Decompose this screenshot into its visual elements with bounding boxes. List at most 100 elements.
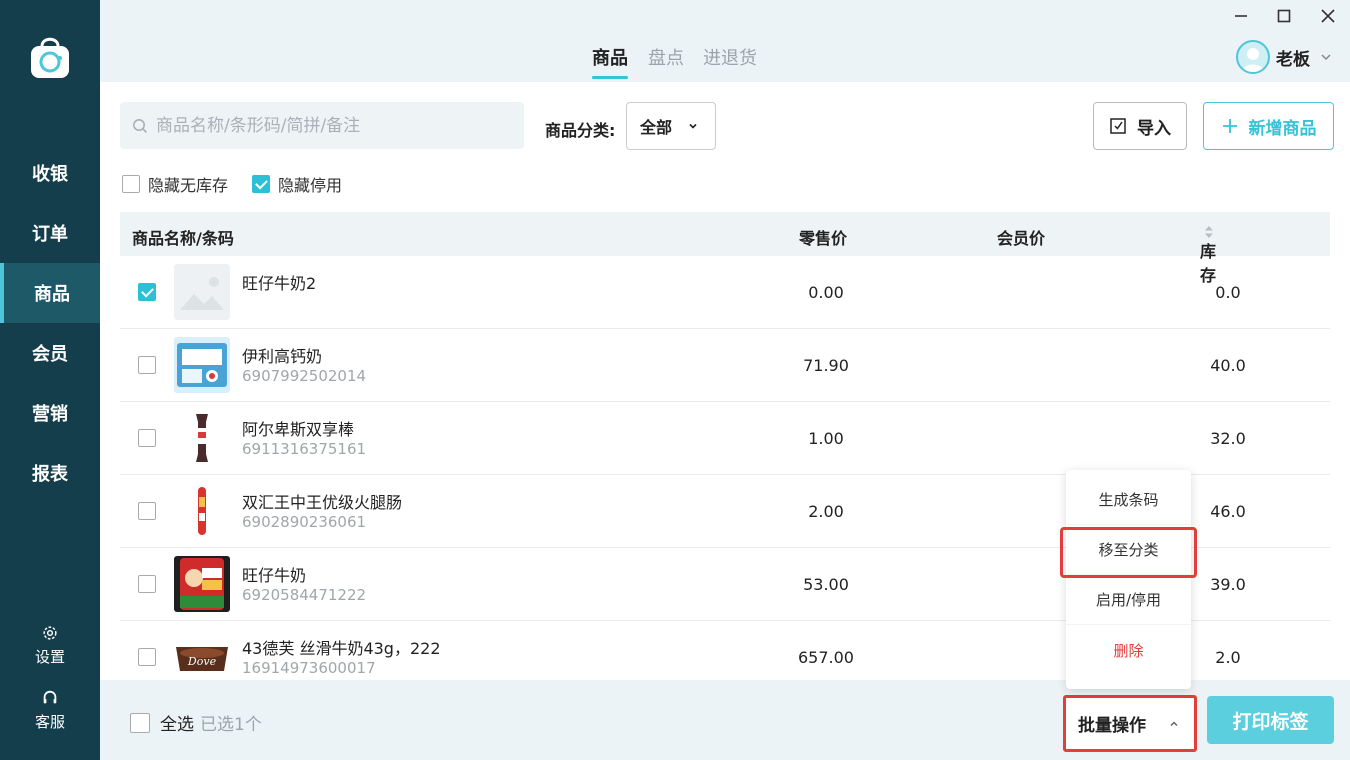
col-stock[interactable]: 库存 xyxy=(1200,225,1216,285)
sort-icon[interactable] xyxy=(1204,225,1214,239)
svg-text:Dove: Dove xyxy=(187,655,217,668)
menu-item-move-to-category[interactable]: 移至分类 xyxy=(1066,525,1191,575)
row-checkbox[interactable] xyxy=(138,575,156,593)
category-label: 商品分类: xyxy=(545,121,616,140)
sausage-image xyxy=(174,483,230,539)
settings-button[interactable]: 设置 xyxy=(0,624,100,667)
milk-can-image xyxy=(174,556,230,612)
search-icon xyxy=(133,118,148,133)
user-avatar-icon xyxy=(1242,48,1264,72)
hide-no-stock-label: 隐藏无库存 xyxy=(148,176,229,195)
select-all-checkbox[interactable] xyxy=(130,712,150,733)
menu-item-enable-disable[interactable]: 启用/停用 xyxy=(1066,575,1191,625)
retail-price: 657.00 xyxy=(798,648,854,667)
nav-orders[interactable]: 订单 xyxy=(0,203,100,263)
table-row[interactable]: 伊利高钙奶 6907992502014 71.90 40.0 xyxy=(120,329,1330,402)
batch-operation-button[interactable]: 批量操作 xyxy=(1063,695,1197,752)
support-label: 客服 xyxy=(34,713,65,731)
menu-item-generate-barcode[interactable]: 生成条码 xyxy=(1066,475,1191,525)
select-all-label: 全选 xyxy=(160,715,194,735)
product-name: 旺仔牛奶 xyxy=(242,566,307,585)
row-checkbox[interactable] xyxy=(138,502,156,520)
product-name: 旺仔牛奶2 xyxy=(242,274,317,293)
stock-value: 32.0 xyxy=(1210,429,1246,448)
product-name: 43德芙 丝滑牛奶43g，222 xyxy=(242,639,441,658)
candy-bar-image xyxy=(174,410,230,466)
hide-disabled-label: 隐藏停用 xyxy=(278,176,343,195)
import-button[interactable]: 导入 xyxy=(1093,102,1187,150)
nav-reports-label: 报表 xyxy=(32,464,68,485)
retail-price: 53.00 xyxy=(803,575,849,594)
retail-price: 2.00 xyxy=(808,502,844,521)
chevron-up-icon xyxy=(1170,720,1178,726)
plus-icon xyxy=(1222,119,1237,133)
product-barcode: 6911316375161 xyxy=(242,440,367,458)
col-retail-price: 零售价 xyxy=(799,229,848,248)
product-barcode: 6920584471222 xyxy=(242,586,367,604)
nav-members-label: 会员 xyxy=(32,344,68,365)
app-logo-icon xyxy=(31,37,69,78)
row-checkbox[interactable] xyxy=(138,648,156,666)
tab-inventory-check[interactable]: 盘点 xyxy=(648,44,684,70)
nav-members[interactable]: 会员 xyxy=(0,323,100,383)
close-button[interactable] xyxy=(1318,6,1338,26)
search-input[interactable] xyxy=(156,115,506,136)
menu-item-delete[interactable]: 删除 xyxy=(1066,625,1191,675)
table-row[interactable]: 旺仔牛奶2 0.00 0.0 xyxy=(120,256,1330,329)
import-icon xyxy=(1110,118,1126,134)
chevron-down-icon xyxy=(689,123,697,129)
table-header: 商品名称/条码 零售价 会员价 库存 xyxy=(120,212,1330,285)
row-checkbox[interactable] xyxy=(138,283,156,301)
milk-carton-image xyxy=(174,337,230,393)
row-checkbox[interactable] xyxy=(138,429,156,447)
user-name: 老板 xyxy=(1276,49,1310,70)
table-row[interactable]: 阿尔卑斯双享棒 6911316375161 1.00 32.0 xyxy=(120,402,1330,475)
retail-price: 0.00 xyxy=(808,283,844,302)
stock-value: 39.0 xyxy=(1210,575,1246,594)
filter-hide-disabled[interactable]: 隐藏停用 xyxy=(252,172,342,196)
product-barcode: 16914973600017 xyxy=(242,659,376,677)
batch-operation-menu: 生成条码 移至分类 启用/停用 删除 xyxy=(1066,470,1191,689)
select-all[interactable]: 全选 已选1个 xyxy=(130,710,262,735)
nav-reports[interactable]: 报表 xyxy=(0,443,100,503)
close-icon xyxy=(1321,9,1335,23)
support-button[interactable]: 客服 xyxy=(0,689,100,732)
nav-products[interactable]: 商品 xyxy=(0,263,100,323)
maximize-button[interactable] xyxy=(1274,6,1294,26)
nav-cashier[interactable]: 收银 xyxy=(0,143,100,203)
minimize-icon xyxy=(1235,15,1247,17)
stock-value: 0.0 xyxy=(1215,283,1241,302)
user-menu[interactable]: 老板 xyxy=(1236,40,1332,74)
maximize-icon xyxy=(1277,9,1291,23)
chevron-down-icon xyxy=(1321,54,1331,61)
hide-disabled-checkbox[interactable] xyxy=(252,175,270,193)
tab-products[interactable]: 商品 xyxy=(592,44,628,79)
search-box[interactable] xyxy=(120,102,524,149)
tab-purchase-return[interactable]: 进退货 xyxy=(703,44,757,70)
hide-no-stock-checkbox[interactable] xyxy=(122,175,140,193)
filter-hide-no-stock[interactable]: 隐藏无库存 xyxy=(122,172,228,196)
row-checkbox[interactable] xyxy=(138,356,156,374)
print-labels-button[interactable]: 打印标签 xyxy=(1207,696,1334,744)
headset-icon xyxy=(43,690,57,704)
gear-icon xyxy=(43,626,57,640)
nav-marketing[interactable]: 营销 xyxy=(0,383,100,443)
retail-price: 71.90 xyxy=(803,356,849,375)
chocolate-image: Dove xyxy=(174,629,230,685)
sidebar: 收银 订单 商品 会员 营销 报表 设置 客服 xyxy=(0,0,100,760)
selected-count: 已选1个 xyxy=(200,715,262,735)
header: 商品 盘点 进退货 xyxy=(100,0,1350,82)
col-member-price: 会员价 xyxy=(997,229,1046,248)
nav-orders-label: 订单 xyxy=(32,224,68,245)
product-barcode: 6902890236061 xyxy=(242,513,367,531)
col-name: 商品名称/条码 xyxy=(132,229,234,248)
stock-value: 40.0 xyxy=(1210,356,1246,375)
nav-cashier-label: 收银 xyxy=(32,164,68,185)
add-product-button[interactable]: 新增商品 xyxy=(1203,102,1334,150)
product-name: 阿尔卑斯双享棒 xyxy=(242,420,355,439)
add-product-label: 新增商品 xyxy=(1248,118,1317,139)
minimize-button[interactable] xyxy=(1231,6,1251,26)
product-barcode: 6907992502014 xyxy=(242,367,367,385)
category-select[interactable]: 全部 xyxy=(626,102,716,150)
nav-marketing-label: 营销 xyxy=(32,404,68,425)
